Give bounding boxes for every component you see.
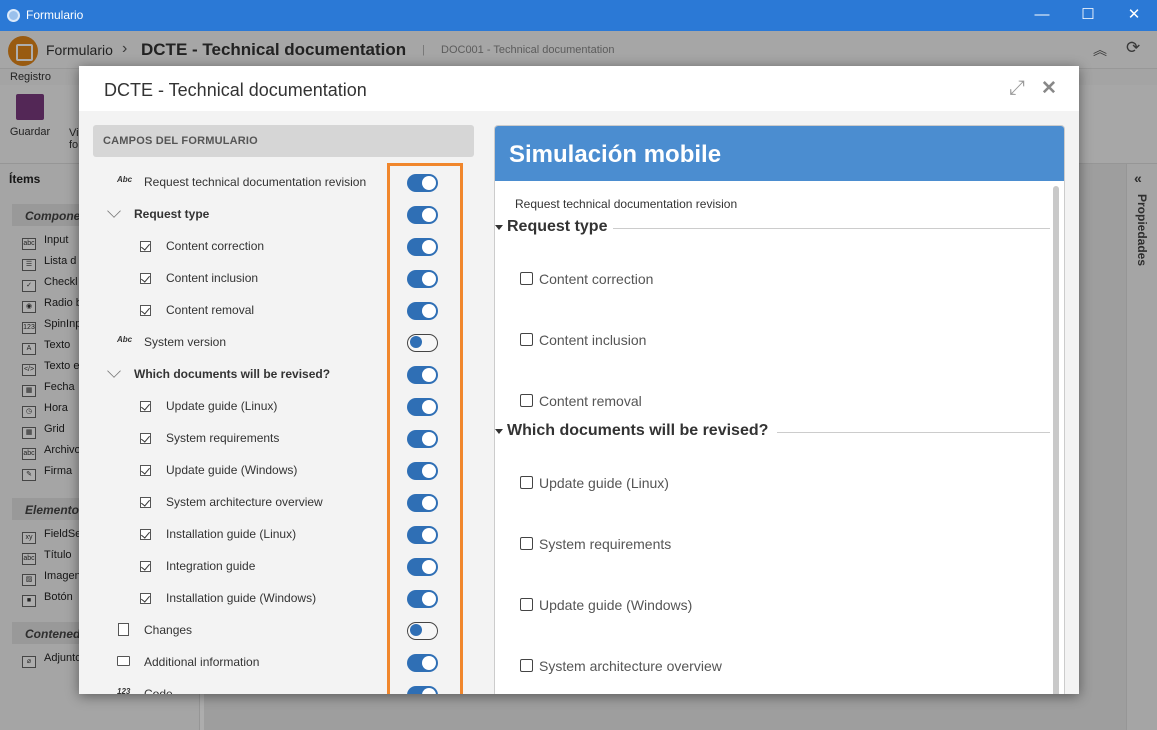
checkbox-box[interactable] <box>520 537 533 550</box>
modal-body: CAMPOS DEL FORMULARIO Abc Request technic… <box>79 111 1079 694</box>
field-label: Content removal <box>166 303 255 317</box>
checkbox-box[interactable] <box>520 333 533 346</box>
field-label: Request technical documentation revision <box>144 175 367 189</box>
text-field-icon: Abc <box>117 335 133 344</box>
mobile-simulation: Simulación mobile Request technical docu… <box>494 125 1065 694</box>
mobile-scrollbar[interactable] <box>1053 186 1059 694</box>
checkbox-icon <box>140 593 151 604</box>
mobile-checkbox-label: Update guide (Linux) <box>539 475 669 491</box>
chevron-down-icon[interactable] <box>107 204 121 218</box>
collapse-triangle-icon <box>495 225 503 230</box>
close-modal-icon[interactable]: ✕ <box>1041 77 1057 100</box>
field-label: Changes <box>144 623 193 637</box>
toggle-highlight-box <box>387 163 463 694</box>
chevron-down-icon[interactable] <box>107 364 121 378</box>
mobile-checkbox[interactable]: Update guide (Linux) <box>520 475 669 491</box>
field-label: System architecture overview <box>166 495 323 509</box>
checkbox-icon <box>140 401 151 412</box>
mobile-simulation-body: Request technical documentation revision… <box>495 181 1064 694</box>
mobile-checkbox[interactable]: Content correction <box>520 271 653 287</box>
field-label: Content inclusion <box>166 271 259 285</box>
mobile-section-title: Which documents will be revised? <box>507 422 769 439</box>
close-window-button[interactable]: ✕ <box>1111 0 1157 31</box>
field-label: Code <box>144 687 173 694</box>
number-field-icon: 123 <box>117 687 131 694</box>
text-field-icon: Abc <box>117 175 133 184</box>
field-label: Which documents will be revised? <box>134 367 331 381</box>
mobile-checkbox[interactable]: Content inclusion <box>520 332 646 348</box>
field-label: Request type <box>134 207 210 221</box>
form-fields-header: CAMPOS DEL FORMULARIO <box>93 125 474 157</box>
checkbox-icon <box>140 305 151 316</box>
mobile-intro-label: Request technical documentation revision <box>515 197 738 211</box>
window-titlebar: Formulario — ☐ ✕ <box>0 0 1157 31</box>
expand-icon[interactable]: ⤢ <box>1009 77 1025 100</box>
field-label: Content correction <box>166 239 265 253</box>
checkbox-icon <box>140 497 151 508</box>
mobile-checkbox[interactable]: Update guide (Windows) <box>520 597 692 613</box>
section-divider <box>613 228 1050 229</box>
mobile-checkbox[interactable]: Content removal <box>520 393 642 409</box>
mobile-checkbox[interactable]: System requirements <box>520 536 671 552</box>
form-config-modal: DCTE - Technical documentation ⤢ ✕ CAMPO… <box>79 66 1079 694</box>
field-label: Installation guide (Windows) <box>166 591 317 605</box>
app-icon <box>7 9 20 22</box>
mobile-checkbox[interactable]: System architecture overview <box>520 658 722 674</box>
field-label: System version <box>144 335 227 349</box>
checkbox-icon <box>140 561 151 572</box>
field-label: Update guide (Linux) <box>166 399 278 413</box>
field-label: Integration guide <box>166 559 256 573</box>
mobile-checkbox-label: Update guide (Windows) <box>539 597 693 613</box>
window-title: Formulario <box>26 8 84 22</box>
checkbox-box[interactable] <box>520 659 533 672</box>
checkbox-box[interactable] <box>520 476 533 489</box>
mobile-checkbox-label: Content inclusion <box>539 332 647 348</box>
modal-title: DCTE - Technical documentation <box>104 80 367 100</box>
minimize-button[interactable]: — <box>1019 0 1065 31</box>
field-label: Additional information <box>144 655 260 669</box>
field-label: Update guide (Windows) <box>166 463 298 477</box>
mobile-checkbox-label: System requirements <box>539 536 672 552</box>
mobile-section-header[interactable]: Which documents will be revised? <box>495 422 1050 442</box>
checkbox-box[interactable] <box>520 598 533 611</box>
checkbox-icon <box>140 529 151 540</box>
comment-icon <box>117 656 130 666</box>
checkbox-icon <box>140 465 151 476</box>
field-label: System requirements <box>166 431 280 445</box>
mobile-checkbox-label: Content removal <box>539 393 642 409</box>
collapse-triangle-icon <box>495 429 503 434</box>
mobile-section-header[interactable]: Request type <box>495 218 1050 238</box>
checkbox-box[interactable] <box>520 272 533 285</box>
checkbox-icon <box>140 433 151 444</box>
checkbox-icon <box>140 273 151 284</box>
checkbox-box[interactable] <box>520 394 533 407</box>
field-label: Installation guide (Linux) <box>166 527 297 541</box>
mobile-checkbox-label: Content correction <box>539 271 654 287</box>
mobile-simulation-title: Simulación mobile <box>495 126 1064 181</box>
checkbox-icon <box>140 241 151 252</box>
section-divider <box>777 432 1050 433</box>
maximize-button[interactable]: ☐ <box>1065 0 1111 31</box>
document-icon <box>118 623 129 636</box>
modal-header: DCTE - Technical documentation ⤢ ✕ <box>79 66 1079 111</box>
mobile-checkbox-label: System architecture overview <box>539 658 722 674</box>
mobile-section-title: Request type <box>507 218 608 235</box>
